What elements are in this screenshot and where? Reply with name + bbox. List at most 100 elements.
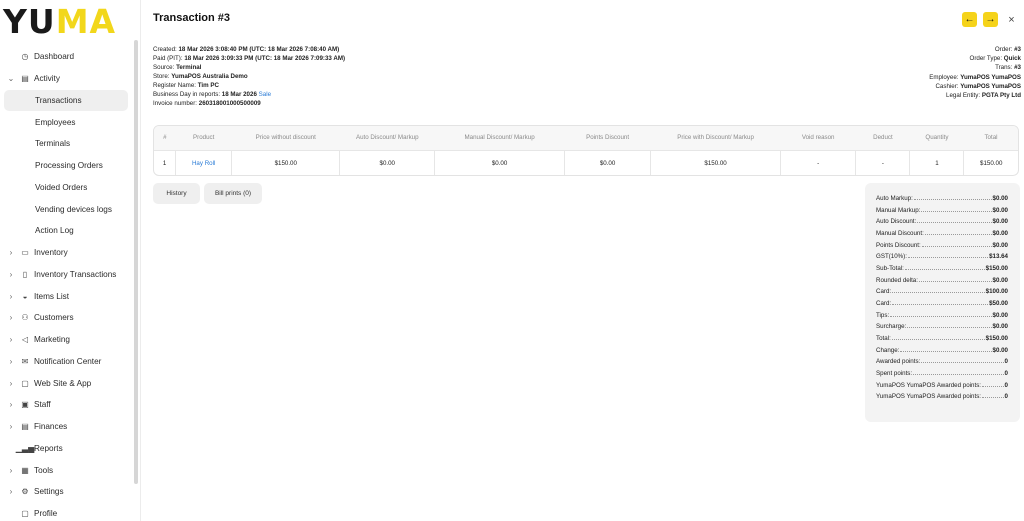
chevron-right-icon[interactable]: › [7, 292, 15, 301]
chevron-down-icon[interactable]: ⌄ [7, 74, 15, 83]
chevron-right-icon[interactable]: › [7, 270, 15, 279]
sidebar-item-notification-center[interactable]: › ✉ Notification Center [0, 351, 134, 373]
totals-label: Card: [876, 288, 892, 296]
table-cell: - [855, 149, 910, 175]
sidebar-item-inventory[interactable]: › ▭ Inventory [0, 242, 134, 264]
chevron-right-icon[interactable]: › [7, 400, 15, 409]
sidebar-item-transactions[interactable]: Transactions [4, 89, 128, 112]
dotted-leader [918, 280, 992, 282]
sidebar-item-terminals[interactable]: Terminals [0, 133, 134, 155]
product-link[interactable]: Hay Roll [175, 149, 232, 175]
sidebar-item-tools[interactable]: › ▦ Tools [0, 459, 134, 481]
chevron-right-icon[interactable]: › [7, 335, 15, 344]
info-left-label: Paid (PIT): [153, 55, 183, 62]
info-right-value: #3 [1014, 64, 1021, 72]
sale-link[interactable]: Sale [259, 91, 271, 98]
chevron-right-icon[interactable]: › [7, 248, 15, 257]
info-left-value: Terminal [176, 64, 202, 71]
sidebar-item-inventory-transactions[interactable]: › ▯ Inventory Transactions [0, 264, 134, 286]
chevron-right-icon[interactable]: › [7, 313, 15, 322]
close-icon: × [1008, 13, 1015, 26]
info-left-line: Invoice number: 260318001000500009 [153, 99, 345, 108]
info-left-value: 18 Mar 2026 3:08:40 PM (UTC: 18 Mar 2026… [178, 46, 340, 53]
sidebar-item-profile[interactable]: ▢ Profile [0, 503, 134, 521]
sidebar-item-label: Action Log [35, 226, 74, 236]
sidebar-item-staff[interactable]: › ▣ Staff [0, 394, 134, 416]
column-header[interactable]: Product [176, 126, 232, 150]
logo-text-ma: MA [55, 1, 117, 41]
sidebar-item-marketing[interactable]: › ◁ Marketing [0, 329, 134, 351]
table-cell: $0.00 [339, 149, 435, 175]
sidebar-item-label: Tools [34, 465, 54, 475]
totals-value: 0 [1004, 358, 1008, 366]
chevron-right-icon[interactable]: › [7, 379, 15, 388]
info-right-line: Order Type: Quick [929, 54, 1022, 63]
logo[interactable]: YU MA [3, 1, 117, 41]
column-header[interactable]: Auto Discount/ Markup [340, 126, 435, 150]
sidebar-item-settings[interactable]: › ⚙ Settings [0, 481, 134, 503]
sidebar-item-label: Profile [34, 509, 58, 519]
sidebar-item-label: Dashboard [34, 52, 75, 62]
totals-row: Points Discount: $0.00 [876, 242, 1008, 254]
column-header[interactable]: Quantity [910, 126, 964, 150]
chevron-right-icon[interactable]: › [7, 466, 15, 475]
info-left-value: 18 Mar 2026 3:09:33 PM (UTC: 18 Mar 2026… [184, 55, 346, 62]
column-header[interactable]: Deduct [856, 126, 910, 150]
sidebar-item-vending-devices-logs[interactable]: Vending devices logs [0, 198, 134, 220]
column-header[interactable]: Void reason [780, 126, 856, 150]
arrow-left-icon: ← [964, 14, 975, 25]
sidebar-item-reports[interactable]: ▁▃▅ Reports [0, 438, 134, 460]
totals-row: GST(10%): $13.64 [876, 253, 1008, 265]
info-left-line: Business Day in reports: 18 Mar 2026 Sal… [153, 90, 345, 99]
column-header[interactable]: Manual Discount/ Markup [435, 126, 565, 150]
sidebar-item-employees[interactable]: Employees [0, 111, 134, 133]
info-left-value: 260318001000500009 [198, 100, 261, 107]
close-button[interactable]: × [1004, 12, 1019, 27]
previous-button[interactable]: ← [962, 12, 977, 27]
totals-label: Tips: [876, 311, 890, 319]
dotted-leader [924, 233, 992, 235]
info-right-line: Order: #3 [929, 45, 1021, 54]
chevron-right-icon[interactable]: › [7, 357, 15, 366]
table-cell: $0.00 [434, 149, 565, 175]
totals-label: Manual Markup: [876, 206, 921, 214]
info-right-line: Cashier: YumaPOS YumaPOS [929, 82, 1021, 91]
column-header[interactable]: Points Discount [564, 126, 650, 150]
sidebar-item-finances[interactable]: › ▤ Finances [0, 416, 134, 438]
sidebar-item-web-site-app[interactable]: › ▢ Web Site & App [0, 372, 134, 394]
column-header[interactable]: # [154, 126, 176, 150]
info-right-value: YumaPOS YumaPOS [960, 73, 1021, 81]
column-header[interactable]: Price with Discount/ Markup [651, 126, 781, 150]
dotted-leader [892, 292, 985, 294]
sidebar-item-label: Employees [35, 117, 76, 127]
info-left-line: Created: 18 Mar 2026 3:08:40 PM (UTC: 18… [153, 45, 345, 54]
bill-prints-button[interactable]: Bill prints (0) [204, 183, 262, 204]
column-header[interactable]: Price without discount [232, 126, 340, 150]
finances-icon: ▤ [21, 422, 29, 432]
totals-label: YumaPOS YumaPOS Awarded points: [876, 393, 982, 401]
info-right-label: Employee: [929, 73, 959, 81]
sidebar-item-label: Staff [34, 400, 51, 410]
chevron-right-icon[interactable]: › [7, 487, 15, 496]
dotted-leader [900, 350, 992, 352]
sidebar-item-action-log[interactable]: Action Log [0, 220, 134, 242]
totals-label: Rounded delta: [876, 276, 918, 284]
items-table: # Product Price without discount Auto Disco… [153, 125, 1019, 176]
next-button[interactable]: → [983, 12, 998, 27]
sidebar-item-processing-orders[interactable]: Processing Orders [0, 155, 134, 177]
table-row[interactable]: 1 Hay Roll $150.00 $0.00 $0.00 $0.00 $150.00- -… [154, 149, 1018, 175]
history-button[interactable]: History [153, 183, 200, 204]
sidebar-item-activity[interactable]: ⌄ ▤ Activity [0, 68, 134, 90]
column-header[interactable]: Total [964, 126, 1018, 150]
dotted-leader [907, 327, 992, 329]
sidebar-item-items-list[interactable]: › ◒ Items List [0, 285, 134, 307]
table-cell: - [779, 149, 856, 175]
dotted-leader [913, 199, 992, 200]
totals-label: Card: [876, 299, 892, 307]
sidebar-item-customers[interactable]: › ⚇ Customers [0, 307, 134, 329]
sidebar-item-dashboard[interactable]: ◷ Dashboard [0, 46, 134, 68]
sidebar-scrollbar[interactable] [134, 40, 138, 484]
info-left-label: Invoice number: [153, 100, 198, 107]
sidebar-item-voided-orders[interactable]: Voided Orders [0, 177, 134, 199]
chevron-right-icon[interactable]: › [7, 422, 15, 431]
